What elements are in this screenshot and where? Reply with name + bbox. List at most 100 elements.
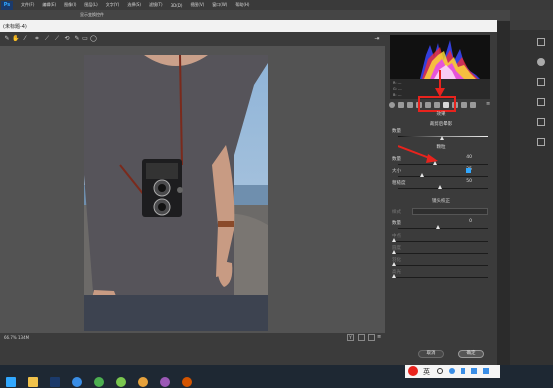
menu-item-filter[interactable]: 滤镜(T)	[149, 2, 163, 8]
camera-raw-toolbar: ✎ ✋ ⁄ ⌗ ⟋ ⟋ ⟲ ✎ ▭ ◯ ⇥	[0, 32, 385, 46]
start-button-icon[interactable]	[6, 377, 16, 387]
hand-tool-icon[interactable]: ✋	[12, 35, 19, 42]
midpoint-thumb[interactable]	[392, 238, 396, 242]
tab-detail[interactable]	[407, 102, 413, 108]
menu-item-layer[interactable]: 图层(L)	[84, 2, 97, 8]
ime-toolbar[interactable]: 英	[405, 365, 500, 378]
browser-icon[interactable]	[72, 377, 82, 387]
app-icon-green[interactable]	[94, 377, 104, 387]
transform-controls-label[interactable]: 显示变换控件	[80, 12, 104, 18]
grain-roughness-thumb[interactable]	[438, 185, 442, 189]
highlights-slider[interactable]	[394, 277, 488, 278]
wechat-icon[interactable]	[116, 377, 126, 387]
dialog-bottom-bar: 66.7% 134M Y ≡	[0, 333, 385, 343]
tab-snapshots[interactable]	[470, 102, 476, 108]
menu-item-view[interactable]: 视图(V)	[190, 2, 204, 8]
tab-presets[interactable]	[461, 102, 467, 108]
menu-item-window[interactable]: 窗口(W)	[212, 2, 227, 8]
menu-item-image[interactable]: 图像(I)	[64, 2, 76, 8]
amount2-label: 数量	[392, 221, 401, 226]
app-icon-orange[interactable]	[138, 377, 148, 387]
tab-tone-curve[interactable]	[398, 102, 404, 108]
paragraph-panel-icon[interactable]	[537, 118, 545, 126]
hamburger-menu-icon[interactable]: ≡	[377, 335, 381, 340]
spot-removal-icon[interactable]: ⟋	[54, 35, 60, 42]
vignette-amount-thumb[interactable]	[440, 136, 444, 140]
grain-amount-value[interactable]: 40	[452, 155, 472, 160]
grain-size-slider[interactable]	[398, 176, 488, 177]
feather-thumb[interactable]	[392, 262, 396, 266]
readout-b: B: ---	[393, 93, 402, 97]
before-after-toggle[interactable]: Y	[347, 334, 354, 341]
ime-emoji-icon[interactable]	[449, 368, 455, 374]
history-icon[interactable]	[537, 138, 545, 146]
highlight-box	[418, 96, 456, 112]
roundness-thumb[interactable]	[392, 250, 396, 254]
open-preferences-icon[interactable]: ⇥	[374, 35, 380, 42]
grain-size-thumb[interactable]	[420, 173, 424, 177]
panel-section-title: 效果	[436, 112, 446, 117]
radial-filter-icon[interactable]: ◯	[90, 35, 97, 42]
amount2-value[interactable]: 0	[452, 219, 472, 224]
ime-mic-icon[interactable]	[461, 368, 465, 374]
swap-view-icon[interactable]	[358, 334, 365, 341]
style-dropdown[interactable]	[412, 208, 488, 215]
app-icon-purple[interactable]	[160, 377, 170, 387]
straighten-icon[interactable]: ⟋	[44, 35, 50, 42]
app-icon-red[interactable]	[182, 377, 192, 387]
ime-skin-icon[interactable]	[483, 368, 489, 374]
grain-size-label: 大小	[392, 169, 401, 174]
menu-item-3d[interactable]: 3D(D)	[171, 3, 183, 8]
zoom-readout[interactable]: 66.7% 134M	[4, 335, 29, 340]
brush-icon[interactable]: ✎	[74, 35, 80, 42]
menu-item-type[interactable]: 文字(Y)	[106, 2, 120, 8]
panel-icon-1[interactable]	[537, 38, 545, 46]
crop-tool-icon[interactable]: ⌗	[34, 35, 40, 42]
menu-item-file[interactable]: 文件(F)	[21, 2, 34, 8]
ime-keyboard-icon[interactable]	[471, 368, 477, 374]
file-explorer-icon[interactable]	[28, 377, 38, 387]
section-lens-vignette: 镜头校正	[432, 199, 450, 204]
vignette-amount-label: 数量	[392, 129, 401, 134]
grain-amount-slider[interactable]	[398, 164, 488, 165]
grain-roughness-slider[interactable]	[398, 188, 488, 189]
style-label: 样式	[392, 210, 401, 215]
info-icon[interactable]	[537, 58, 545, 66]
photoshop-taskbar-icon[interactable]	[50, 377, 60, 387]
type-panel-icon[interactable]	[537, 98, 545, 106]
copy-settings-icon[interactable]	[368, 334, 375, 341]
midpoint-slider[interactable]	[394, 241, 488, 242]
ok-button[interactable]: 确定	[458, 350, 484, 358]
red-eye-icon[interactable]: ⟲	[64, 35, 70, 42]
readout-r: R: ---	[393, 81, 402, 85]
menu-item-edit[interactable]: 编辑(E)	[42, 2, 56, 8]
grain-roughness-label: 粗糙度	[392, 181, 406, 186]
ime-punct-icon[interactable]	[437, 368, 443, 374]
amount2-thumb[interactable]	[436, 225, 440, 229]
menu-item-help[interactable]: 帮助(H)	[235, 2, 249, 8]
right-panel-strip	[510, 20, 553, 365]
red-arrow-annotation-grain	[398, 145, 438, 163]
panel-menu-icon[interactable]: ≡	[486, 101, 490, 107]
photo-preview	[84, 55, 268, 331]
panel-icon-3[interactable]	[537, 78, 545, 86]
window-controls[interactable]	[510, 10, 553, 30]
red-arrow-annotation-top	[435, 70, 445, 97]
white-balance-icon[interactable]: ⁄	[22, 35, 28, 42]
ime-lang-label[interactable]: 英	[423, 367, 430, 377]
grain-size-indicator	[466, 168, 471, 173]
grain-roughness-value[interactable]: 50	[452, 179, 472, 184]
cancel-button[interactable]: 取消	[418, 350, 444, 358]
feather-slider[interactable]	[394, 265, 488, 266]
amount2-slider[interactable]	[398, 228, 488, 229]
zoom-tool-icon[interactable]: ✎	[4, 35, 10, 42]
roundness-slider[interactable]	[394, 253, 488, 254]
menu-item-select[interactable]: 选择(S)	[127, 2, 141, 8]
dialog-title: (未标题-4)	[3, 24, 27, 30]
graduated-filter-icon[interactable]: ▭	[82, 35, 88, 42]
tab-basic[interactable]	[389, 102, 395, 108]
readout-g: G: ---	[393, 87, 402, 91]
highlights-thumb[interactable]	[392, 274, 396, 278]
sogou-ime-icon[interactable]	[408, 366, 418, 376]
photoshop-logo: Ps	[1, 0, 13, 10]
